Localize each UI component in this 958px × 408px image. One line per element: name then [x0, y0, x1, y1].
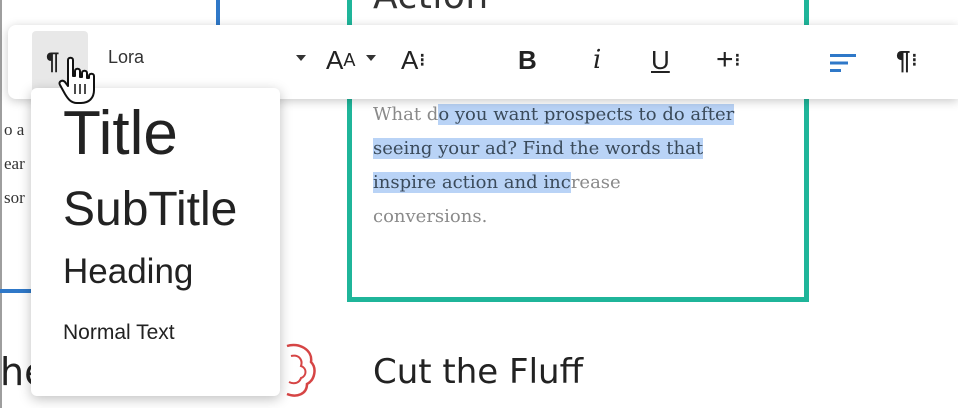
page-left-border — [0, 0, 2, 408]
body-line-3: inspire action and increase — [373, 172, 621, 193]
bold-button[interactable]: B — [518, 45, 537, 76]
align-left-icon[interactable] — [830, 53, 858, 73]
spacing-dots-icon: ⁝ — [419, 50, 425, 70]
letter-spacing-button[interactable]: A ⁝ — [401, 45, 425, 76]
plus-icon: + — [716, 43, 734, 76]
body-line-1: What do you want prospects to do after — [373, 104, 735, 125]
blue-rule — [0, 289, 32, 293]
left-column-text: o a — [4, 120, 25, 139]
underline-button[interactable]: U — [651, 45, 670, 76]
body-line-2: seeing your ad? Find the words that — [373, 138, 704, 159]
italic-button[interactable]: i — [593, 45, 601, 75]
left-column-text: sor — [4, 188, 25, 207]
chevron-down-icon[interactable] — [296, 55, 306, 61]
more-dots-icon: ⁝ — [734, 49, 741, 70]
section-title: Cut the Fluff — [373, 352, 584, 392]
more-options-button[interactable]: + ⁝ — [716, 43, 741, 77]
font-size-label-small: A — [343, 50, 356, 70]
menu-item-title[interactable]: Title — [63, 98, 178, 169]
paragraph-dots-icon: ⁝ — [911, 50, 917, 70]
font-family-select[interactable]: Lora — [108, 47, 144, 68]
chevron-down-icon[interactable] — [366, 55, 376, 61]
paragraph-style-menu: Title SubTitle Heading Normal Text — [31, 88, 280, 396]
font-size-button[interactable]: AA — [326, 45, 355, 76]
body-text[interactable]: What do you want prospects to do after s… — [373, 98, 803, 234]
menu-item-heading[interactable]: Heading — [63, 252, 193, 292]
body-line-4: conversions. — [373, 206, 488, 227]
menu-item-normal-text[interactable]: Normal Text — [63, 321, 175, 345]
action-heading: Action — [373, 0, 489, 17]
hand-cursor-icon — [58, 56, 95, 104]
paragraph-spacing-button[interactable]: ¶ ⁝ — [896, 45, 917, 76]
menu-item-subtitle[interactable]: SubTitle — [63, 182, 237, 237]
paragraph-icon: ¶ — [896, 45, 911, 75]
left-column-text: ear — [4, 154, 25, 173]
spacing-label: A — [401, 45, 419, 75]
font-size-label-large: A — [326, 45, 344, 75]
